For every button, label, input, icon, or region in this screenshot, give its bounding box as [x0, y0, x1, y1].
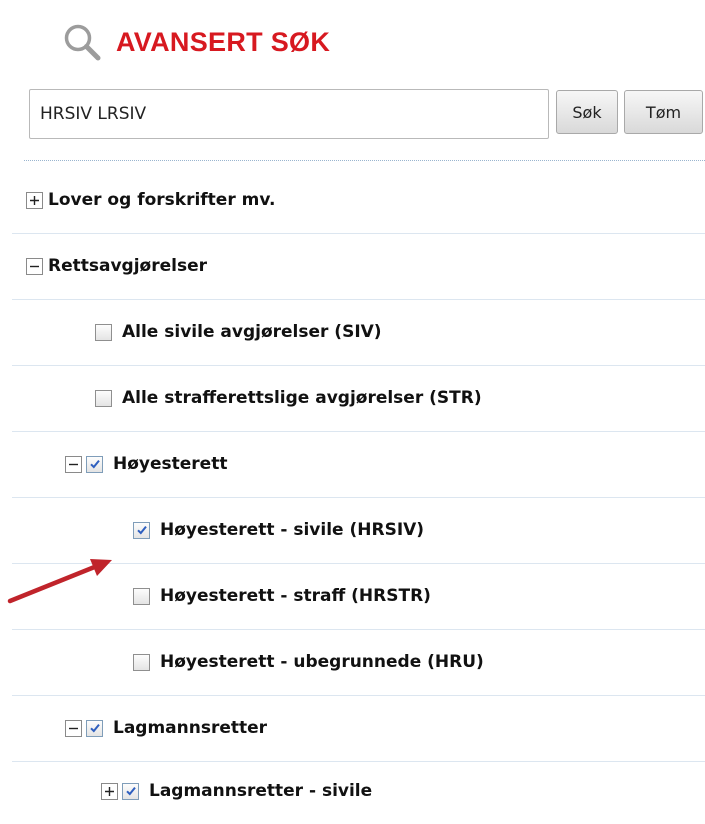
- tree-item-rettsavgjorelser[interactable]: Rettsavgjørelser: [12, 233, 705, 300]
- collapse-icon[interactable]: [65, 455, 82, 473]
- advanced-search-panel: AVANSERT SØK Søk Tøm Lover og forskrifte…: [12, 0, 705, 807]
- checkbox[interactable]: [133, 587, 150, 605]
- tree-item-hoyesterett-sivile[interactable]: Høyesterett - sivile (HRSIV): [12, 497, 705, 564]
- tree-item-lover[interactable]: Lover og forskrifter mv.: [12, 167, 705, 234]
- tree-item-label: Alle strafferettslige avgjørelser (STR): [122, 388, 482, 408]
- divider: [24, 160, 705, 161]
- checkbox-checked[interactable]: [86, 719, 103, 737]
- search-button[interactable]: Søk: [556, 90, 618, 134]
- tree-item-label: Høyesterett - ubegrunnede (HRU): [160, 652, 484, 672]
- checkbox[interactable]: [133, 653, 150, 671]
- tree-item-label: Lover og forskrifter mv.: [48, 190, 276, 210]
- collapse-icon[interactable]: [65, 719, 82, 737]
- tree-item-lagmannsretter[interactable]: Lagmannsretter: [12, 695, 705, 762]
- expand-icon[interactable]: [26, 191, 43, 209]
- checkbox-checked[interactable]: [86, 455, 103, 473]
- tree-item-label: Høyesterett: [113, 454, 228, 474]
- tree-item-alle-sivile[interactable]: Alle sivile avgjørelser (SIV): [12, 299, 705, 366]
- checkbox-checked[interactable]: [122, 782, 139, 800]
- checkbox-checked[interactable]: [133, 521, 150, 539]
- tree-item-label: Høyesterett - straff (HRSTR): [160, 586, 431, 606]
- search-icon: [64, 24, 101, 61]
- tree-item-hoyesterett-ubegrunnede[interactable]: Høyesterett - ubegrunnede (HRU): [12, 629, 705, 696]
- search-input[interactable]: [29, 89, 549, 139]
- tree-item-label: Lagmannsretter - sivile: [149, 781, 373, 801]
- checkmark-icon: [136, 525, 147, 535]
- checkmark-icon: [89, 459, 100, 469]
- tree-item-alle-strafferettslige[interactable]: Alle strafferettslige avgjørelser (STR): [12, 365, 705, 432]
- tree-item-label: Lagmannsretter: [113, 718, 268, 738]
- clear-button[interactable]: Tøm: [624, 90, 703, 134]
- tree-item-hoyesterett[interactable]: Høyesterett: [12, 431, 705, 498]
- collapse-icon[interactable]: [26, 257, 43, 275]
- tree-item-hoyesterett-straff[interactable]: Høyesterett - straff (HRSTR): [12, 563, 705, 630]
- checkbox[interactable]: [95, 323, 112, 341]
- tree-item-label: Alle sivile avgjørelser (SIV): [122, 322, 382, 342]
- checkbox[interactable]: [95, 389, 112, 407]
- checkmark-icon: [125, 786, 136, 796]
- expand-icon[interactable]: [101, 782, 118, 800]
- header: AVANSERT SØK: [62, 20, 330, 64]
- tree-item-label: Rettsavgjørelser: [48, 256, 207, 276]
- tree-item-label: Høyesterett - sivile (HRSIV): [160, 520, 425, 540]
- checkmark-icon: [89, 723, 100, 733]
- tree-item-lagmannsretter-sivile[interactable]: Lagmannsretter - sivile: [12, 758, 705, 824]
- page-title: AVANSERT SØK: [116, 26, 331, 57]
